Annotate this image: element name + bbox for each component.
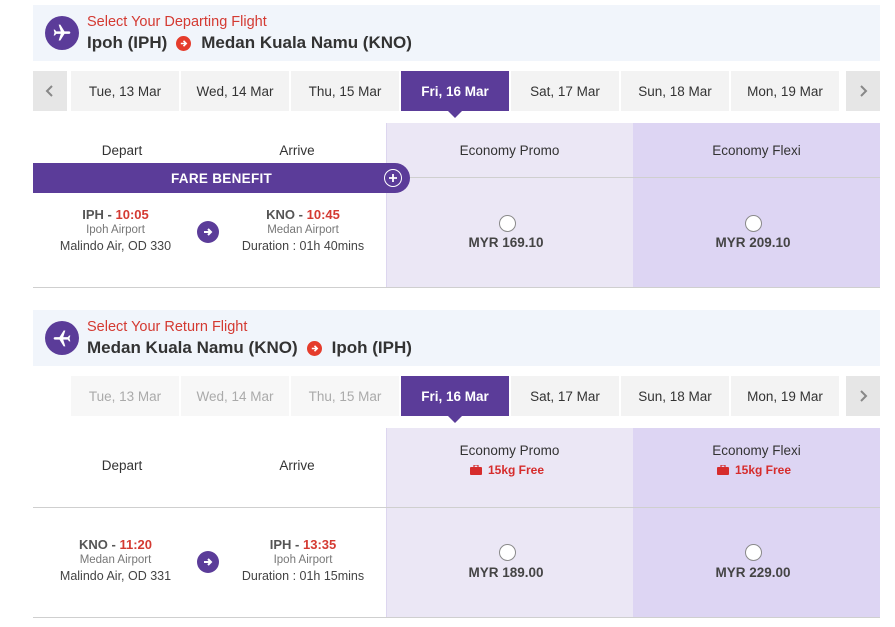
departure-time: IPH - 10:05 (33, 207, 198, 222)
arrow-right-circle-icon (306, 340, 322, 356)
prev-dates-button[interactable] (33, 71, 67, 111)
divider (33, 287, 880, 288)
return-flight-section: Select Your Return Flight Medan Kuala Na… (33, 310, 880, 620)
divider (33, 617, 880, 618)
date-tab-selected[interactable]: Fri, 16 Mar (401, 71, 509, 118)
route-destination: Medan Kuala Namu (KNO) (201, 33, 412, 52)
date-tab[interactable]: Wed, 14 Mar (181, 71, 289, 111)
chevron-left-icon (45, 85, 53, 97)
arrive-column-header: Arrive (279, 458, 315, 473)
section-title: Select Your Departing Flight (87, 14, 267, 30)
departing-header: Select Your Departing Flight Ipoh (IPH) … (33, 5, 880, 61)
arrival-code: IPH - (269, 537, 300, 552)
suitcase-icon (470, 465, 482, 475)
arrow-right-circle-icon (176, 35, 192, 51)
baggage-allowance-promo: 15kg Free (470, 463, 544, 477)
chevron-right-icon (860, 85, 868, 97)
date-tab-selected[interactable]: Fri, 16 Mar (401, 376, 509, 423)
depart-column-header: Depart (101, 143, 143, 158)
economy-flexi-radio[interactable] (745, 544, 762, 561)
baggage-promo-label: 15kg Free (488, 463, 545, 477)
fare-benefit-label: FARE BENEFIT (171, 170, 273, 186)
baggage-flexi-label: 15kg Free (735, 463, 792, 477)
depart-column-header: Depart (101, 458, 143, 473)
economy-flexi-header: Economy Flexi (712, 143, 801, 158)
suitcase-icon (717, 465, 729, 475)
departure-time-value: 10:05 (115, 207, 149, 222)
route-destination: Ipoh (IPH) (331, 338, 412, 357)
date-tab[interactable]: Tue, 13 Mar (71, 71, 179, 111)
date-tab[interactable]: Sun, 18 Mar (621, 376, 729, 416)
next-dates-button[interactable] (846, 71, 880, 111)
duration: Duration : 01h 15mins (241, 569, 365, 583)
baggage-allowance-flexi: 15kg Free (717, 463, 791, 477)
date-tab[interactable]: Sun, 18 Mar (621, 71, 729, 111)
arrival-time-value: 10:45 (306, 207, 340, 222)
carrier: Malindo Air, OD 331 (59, 569, 172, 583)
arrow-right-circle-icon (197, 221, 219, 243)
economy-flexi-header: Economy Flexi (712, 443, 801, 458)
date-tab[interactable]: Thu, 15 Mar (291, 71, 399, 111)
economy-promo-price: MYR 189.00 (468, 565, 544, 580)
arrival-airport: Medan Airport (267, 224, 339, 236)
fare-benefit-bar[interactable]: FARE BENEFIT (33, 163, 410, 193)
departure-code: IPH - (82, 207, 112, 222)
date-tab-disabled: Tue, 13 Mar (71, 376, 179, 416)
departure-airport: Ipoh Airport (86, 224, 145, 236)
section-title: Select Your Return Flight (87, 319, 248, 335)
economy-promo-header: Economy Promo (459, 443, 560, 458)
route-origin: Ipoh (IPH) (87, 33, 168, 52)
duration: Duration : 01h 40mins (241, 239, 365, 253)
departure-time: KNO - 11:20 (33, 537, 198, 552)
arrival-time: IPH - 13:35 (223, 537, 383, 552)
arrow-right-circle-icon (197, 551, 219, 573)
arrival-time: KNO - 10:45 (223, 207, 383, 222)
economy-promo-price: MYR 169.10 (468, 235, 544, 250)
carrier: Malindo Air, OD 330 (59, 239, 172, 253)
date-tab-disabled: Thu, 15 Mar (291, 376, 399, 416)
arrival-airport: Ipoh Airport (273, 554, 333, 566)
chevron-right-icon (860, 390, 868, 402)
economy-promo-radio[interactable] (499, 215, 516, 232)
divider (33, 507, 880, 508)
economy-flexi-price: MYR 229.00 (715, 565, 791, 580)
return-header: Select Your Return Flight Medan Kuala Na… (33, 310, 880, 366)
date-tab-label: Fri, 16 Mar (421, 388, 489, 404)
departure-time-value: 11:20 (119, 537, 152, 552)
date-tab[interactable]: Mon, 19 Mar (731, 376, 839, 416)
economy-flexi-radio[interactable] (745, 215, 762, 232)
airplane-icon (45, 321, 79, 355)
economy-promo-header: Economy Promo (459, 143, 560, 158)
departing-flight-section: Select Your Departing Flight Ipoh (IPH) … (33, 5, 880, 288)
route: Medan Kuala Namu (KNO) Ipoh (IPH) (87, 338, 412, 358)
economy-promo-radio[interactable] (499, 544, 516, 561)
economy-flexi-price: MYR 209.10 (715, 235, 791, 250)
next-dates-button[interactable] (846, 376, 880, 416)
date-tab[interactable]: Sat, 17 Mar (511, 71, 619, 111)
arrive-column-header: Arrive (279, 143, 315, 158)
date-tab[interactable]: Mon, 19 Mar (731, 71, 839, 111)
date-tab-disabled: Wed, 14 Mar (181, 376, 289, 416)
route-origin: Medan Kuala Namu (KNO) (87, 338, 298, 357)
airplane-icon (45, 16, 79, 50)
arrival-time-value: 13:35 (303, 537, 337, 552)
plus-circle-icon[interactable] (384, 169, 402, 187)
date-tab-label: Fri, 16 Mar (421, 83, 489, 99)
departure-code: KNO - (78, 537, 116, 552)
route: Ipoh (IPH) Medan Kuala Namu (KNO) (87, 33, 412, 53)
date-tab[interactable]: Sat, 17 Mar (511, 376, 619, 416)
arrival-code: KNO - (266, 207, 303, 222)
departure-airport: Medan Airport (79, 554, 152, 566)
